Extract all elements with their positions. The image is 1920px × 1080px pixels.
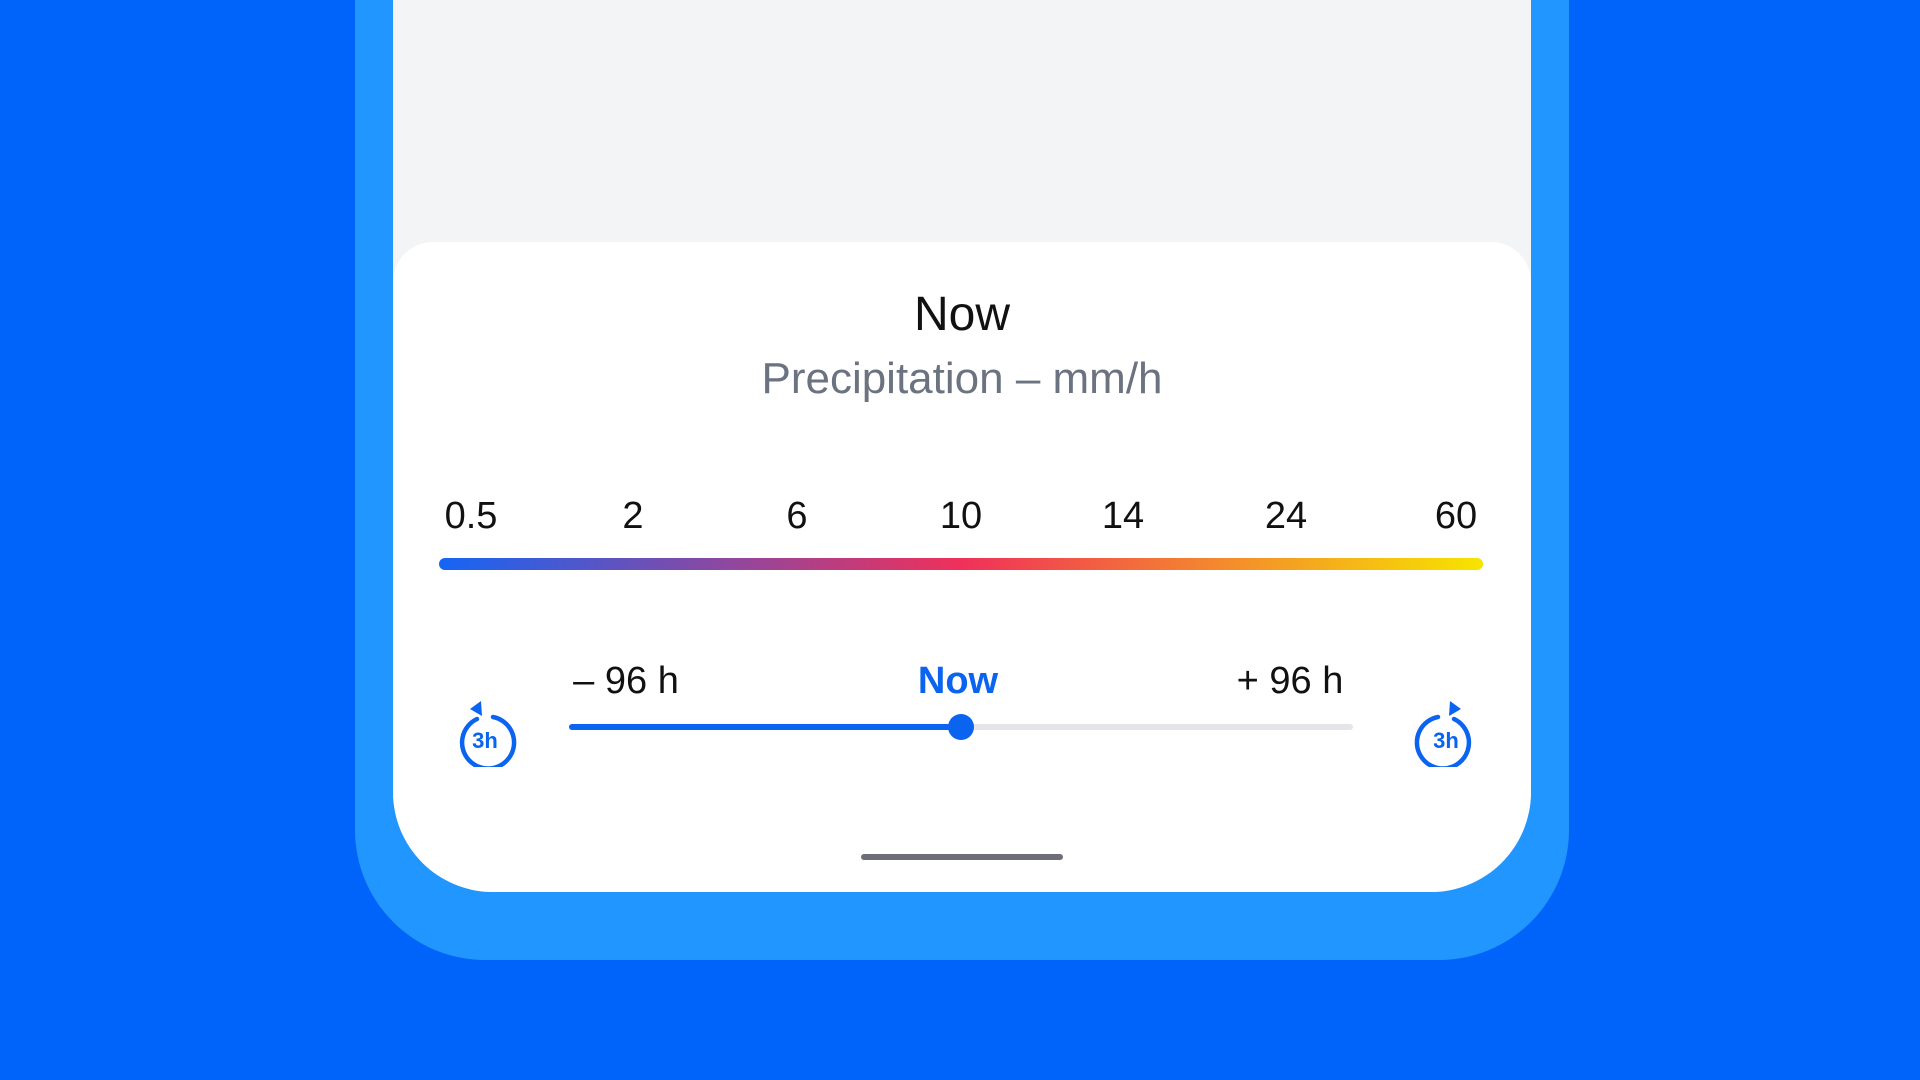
- rewind-3h-label: 3h: [472, 728, 498, 753]
- timeline-current-label: Now: [917, 660, 999, 702]
- precipitation-bottom-sheet: Now Precipitation – mm/h 0.5 2 6 10 14 2…: [393, 242, 1531, 892]
- forward-3h-label: 3h: [1433, 728, 1459, 753]
- forward-3h-icon: 3h: [1414, 701, 1472, 771]
- timeline-start-label: – 96 h: [573, 660, 679, 702]
- home-indicator: [861, 854, 1063, 860]
- scale-label-3: 10: [939, 495, 983, 537]
- phone-screen: Now Precipitation – mm/h 0.5 2 6 10 14 2…: [393, 0, 1531, 892]
- rewind-3h-button[interactable]: 3h: [453, 697, 517, 771]
- scale-label-0: 0.5: [444, 495, 498, 537]
- scale-label-6: 60: [1434, 495, 1478, 537]
- forward-3h-button[interactable]: 3h: [1414, 697, 1478, 771]
- scale-label-5: 24: [1264, 495, 1308, 537]
- precipitation-gradient-bar: [439, 558, 1483, 570]
- timeline-slider-progress: [569, 724, 961, 730]
- sheet-subtitle: Precipitation – mm/h: [761, 354, 1163, 403]
- timeline-end-label: + 96 h: [1236, 660, 1344, 702]
- scale-label-2: 6: [786, 495, 808, 537]
- scale-label-1: 2: [622, 495, 644, 537]
- sheet-title: Now: [913, 288, 1011, 341]
- timeline-slider[interactable]: [569, 714, 1353, 740]
- timeline-slider-thumb[interactable]: [948, 714, 974, 740]
- scale-label-4: 14: [1101, 495, 1145, 537]
- rewind-3h-icon: 3h: [459, 701, 517, 771]
